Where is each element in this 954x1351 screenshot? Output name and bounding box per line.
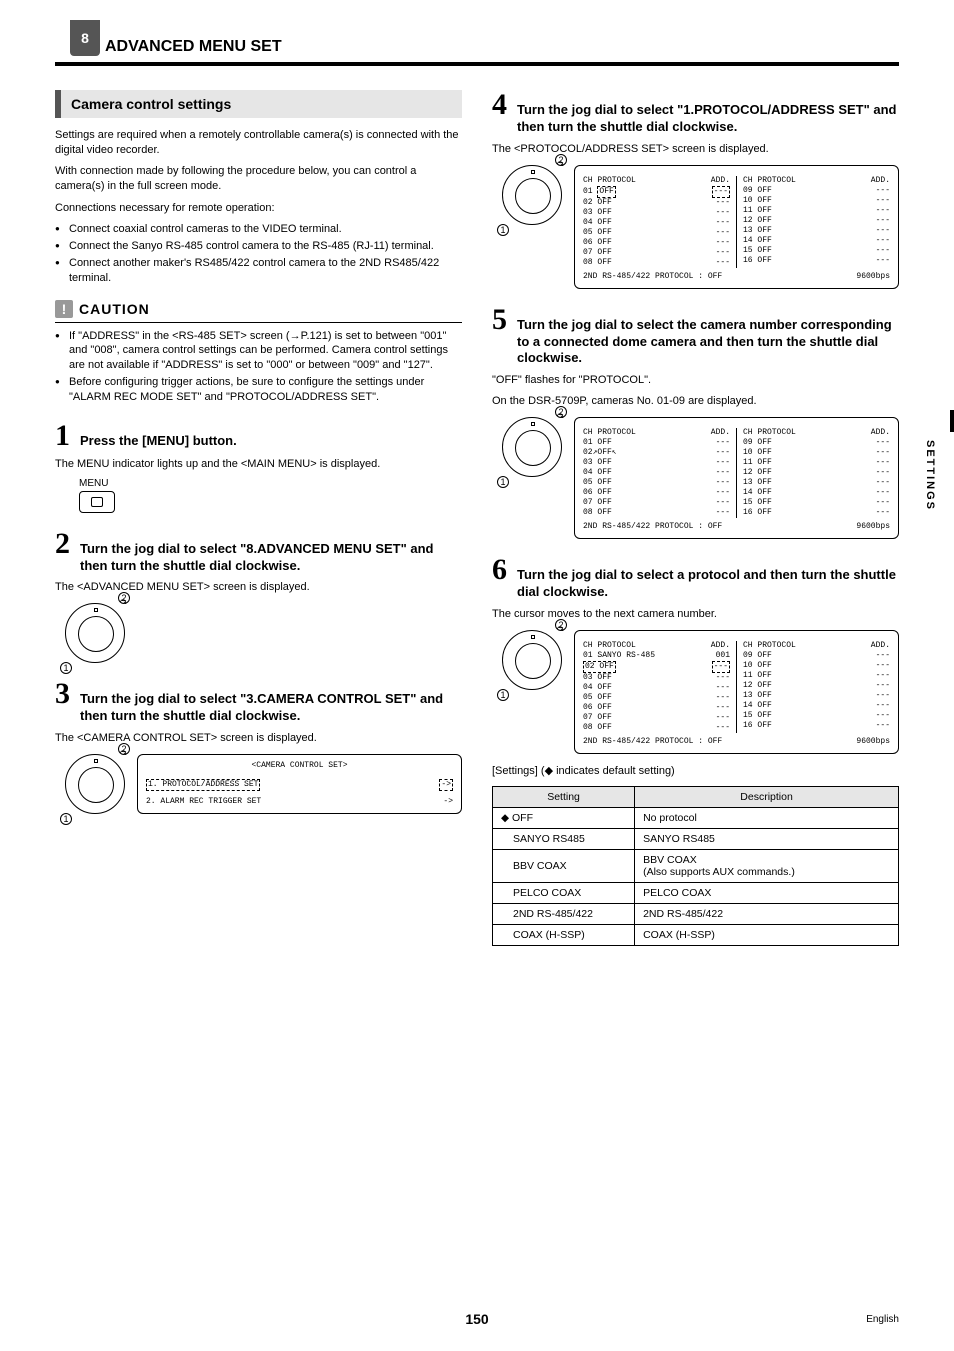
settings-note: [Settings] (◆ indicates default setting) bbox=[492, 764, 899, 779]
arrow-icon: ↷ bbox=[120, 598, 128, 609]
setting-cell: SANYO RS485 bbox=[493, 829, 635, 850]
menu-item-selected: 1. PROTOCOL/ADDRESS SET bbox=[146, 779, 260, 791]
side-tab bbox=[950, 410, 954, 432]
right-column: 4 Turn the jog dial to select "1.PROTOCO… bbox=[492, 90, 899, 956]
step-title: Turn the jog dial to select "8.ADVANCED … bbox=[80, 541, 462, 575]
connections-title: Connections necessary for remote operati… bbox=[55, 201, 462, 216]
caution-icon: ! bbox=[55, 300, 73, 318]
arrow-icon: ↷ bbox=[557, 625, 565, 636]
jog-dial-icon: 2 1 ↷ bbox=[502, 630, 562, 690]
step-1: 1 Press the [MENU] button. The MENU indi… bbox=[55, 421, 462, 513]
side-label: SETTINGS bbox=[924, 440, 936, 511]
description-cell: SANYO RS485 bbox=[635, 829, 899, 850]
settings-table: Setting Description ◆ OFFNo protocolSANY… bbox=[492, 786, 899, 946]
table-row: ◆ OFFNo protocol bbox=[493, 808, 899, 829]
dial-label-1: 1 bbox=[497, 689, 509, 701]
protocol-address-screen-4: CH PROTOCOLADD.01 OFF---02 OFF---03 OFF-… bbox=[574, 165, 899, 289]
table-row: 2ND RS-485/4222ND RS-485/422 bbox=[493, 904, 899, 925]
menu-button-label: MENU bbox=[79, 478, 462, 489]
chapter-number-tab: 8 bbox=[70, 20, 100, 56]
jog-dial-icon: 2 1 ↷ bbox=[65, 603, 125, 663]
step-title: Press the [MENU] button. bbox=[80, 433, 237, 450]
protocol-address-screen-6: CH PROTOCOLADD.01 SANYO RS-48500102 OFF-… bbox=[574, 630, 899, 754]
dial-label-1: 1 bbox=[60, 662, 72, 674]
step-number: 2 bbox=[55, 529, 70, 559]
setting-cell: COAX (H-SSP) bbox=[493, 925, 635, 946]
step-number: 6 bbox=[492, 555, 507, 585]
setting-cell: 2ND RS-485/422 bbox=[493, 904, 635, 925]
setting-cell: PELCO COAX bbox=[493, 883, 635, 904]
dial-label-1: 1 bbox=[497, 476, 509, 488]
arrow-icon: -> bbox=[439, 779, 453, 791]
menu-item: 2. ALARM REC TRIGGER SET bbox=[146, 797, 261, 807]
footer-language: English bbox=[866, 1314, 899, 1325]
step-body: The MENU indicator lights up and the <MA… bbox=[55, 457, 462, 472]
dial-label-1: 1 bbox=[60, 813, 72, 825]
arrow-icon: ↷ bbox=[557, 412, 565, 423]
step-body: On the DSR-5709P, cameras No. 01-09 are … bbox=[492, 394, 899, 409]
step-title: Turn the jog dial to select "3.CAMERA CO… bbox=[80, 691, 462, 725]
jog-dial-icon: 2 1 ↷ bbox=[502, 165, 562, 225]
table-header-setting: Setting bbox=[493, 787, 635, 808]
step-body: The <CAMERA CONTROL SET> screen is displ… bbox=[55, 731, 462, 746]
list-item: Connect coaxial control cameras to the V… bbox=[55, 222, 462, 237]
menu-button-icon bbox=[79, 491, 115, 513]
setting-cell: BBV COAX bbox=[493, 850, 635, 883]
step-5: 5 Turn the jog dial to select the camera… bbox=[492, 305, 899, 539]
step-body: The <PROTOCOL/ADDRESS SET> screen is dis… bbox=[492, 142, 899, 157]
table-row: BBV COAXBBV COAX(Also supports AUX comma… bbox=[493, 850, 899, 883]
step-title: Turn the jog dial to select the camera n… bbox=[517, 317, 899, 368]
table-header-description: Description bbox=[635, 787, 899, 808]
step-title: Turn the jog dial to select "1.PROTOCOL/… bbox=[517, 102, 899, 136]
step-2: 2 Turn the jog dial to select "8.ADVANCE… bbox=[55, 529, 462, 664]
step-number: 3 bbox=[55, 679, 70, 709]
list-item: Connect another maker's RS485/422 contro… bbox=[55, 256, 462, 286]
step-number: 1 bbox=[55, 421, 70, 451]
step-3: 3 Turn the jog dial to select "3.CAMERA … bbox=[55, 679, 462, 814]
step-body: The cursor moves to the next camera numb… bbox=[492, 607, 899, 622]
list-item: Before configuring trigger actions, be s… bbox=[55, 375, 462, 405]
description-cell: BBV COAX(Also supports AUX commands.) bbox=[635, 850, 899, 883]
arrow-icon: -> bbox=[443, 797, 453, 807]
page-number: 150 bbox=[0, 1311, 954, 1327]
intro-text-2: With connection made by following the pr… bbox=[55, 164, 462, 194]
step-number: 4 bbox=[492, 90, 507, 120]
description-cell: PELCO COAX bbox=[635, 883, 899, 904]
protocol-address-screen-5: CH PROTOCOLADD.01 OFF---02↗OFF↖---03 OFF… bbox=[574, 417, 899, 539]
jog-dial-icon: 2 1 ↷ bbox=[65, 754, 125, 814]
step-body: "OFF" flashes for "PROTOCOL". bbox=[492, 373, 899, 388]
left-column: Camera control settings Settings are req… bbox=[55, 90, 462, 956]
caution-block: ! CAUTION If "ADDRESS" in the <RS-485 SE… bbox=[55, 300, 462, 405]
step-6: 6 Turn the jog dial to select a protocol… bbox=[492, 555, 899, 754]
step-number: 5 bbox=[492, 305, 507, 335]
table-row: SANYO RS485SANYO RS485 bbox=[493, 829, 899, 850]
step-title: Turn the jog dial to select a protocol a… bbox=[517, 567, 899, 601]
setting-cell: ◆ OFF bbox=[493, 808, 635, 829]
intro-text-1: Settings are required when a remotely co… bbox=[55, 128, 462, 158]
section-title: Camera control settings bbox=[55, 90, 462, 118]
chapter-title: ADVANCED MENU SET bbox=[55, 30, 899, 66]
list-item: Connect the Sanyo RS-485 control camera … bbox=[55, 239, 462, 254]
jog-dial-icon: 2 1 ↷ bbox=[502, 417, 562, 477]
caution-label: CAUTION bbox=[79, 301, 150, 317]
connections-list: Connect coaxial control cameras to the V… bbox=[55, 222, 462, 285]
table-row: COAX (H-SSP)COAX (H-SSP) bbox=[493, 925, 899, 946]
list-item: If "ADDRESS" in the <RS-485 SET> screen … bbox=[55, 329, 462, 374]
description-cell: No protocol bbox=[635, 808, 899, 829]
arrow-icon: ↷ bbox=[120, 749, 128, 760]
table-row: PELCO COAXPELCO COAX bbox=[493, 883, 899, 904]
dial-label-1: 1 bbox=[497, 224, 509, 236]
screen-title: <CAMERA CONTROL SET> bbox=[146, 761, 453, 771]
step-body: The <ADVANCED MENU SET> screen is displa… bbox=[55, 580, 462, 595]
step-4: 4 Turn the jog dial to select "1.PROTOCO… bbox=[492, 90, 899, 289]
camera-control-set-screen: <CAMERA CONTROL SET> 1. PROTOCOL/ADDRESS… bbox=[137, 754, 462, 814]
arrow-icon: ↷ bbox=[557, 160, 565, 171]
description-cell: 2ND RS-485/422 bbox=[635, 904, 899, 925]
description-cell: COAX (H-SSP) bbox=[635, 925, 899, 946]
